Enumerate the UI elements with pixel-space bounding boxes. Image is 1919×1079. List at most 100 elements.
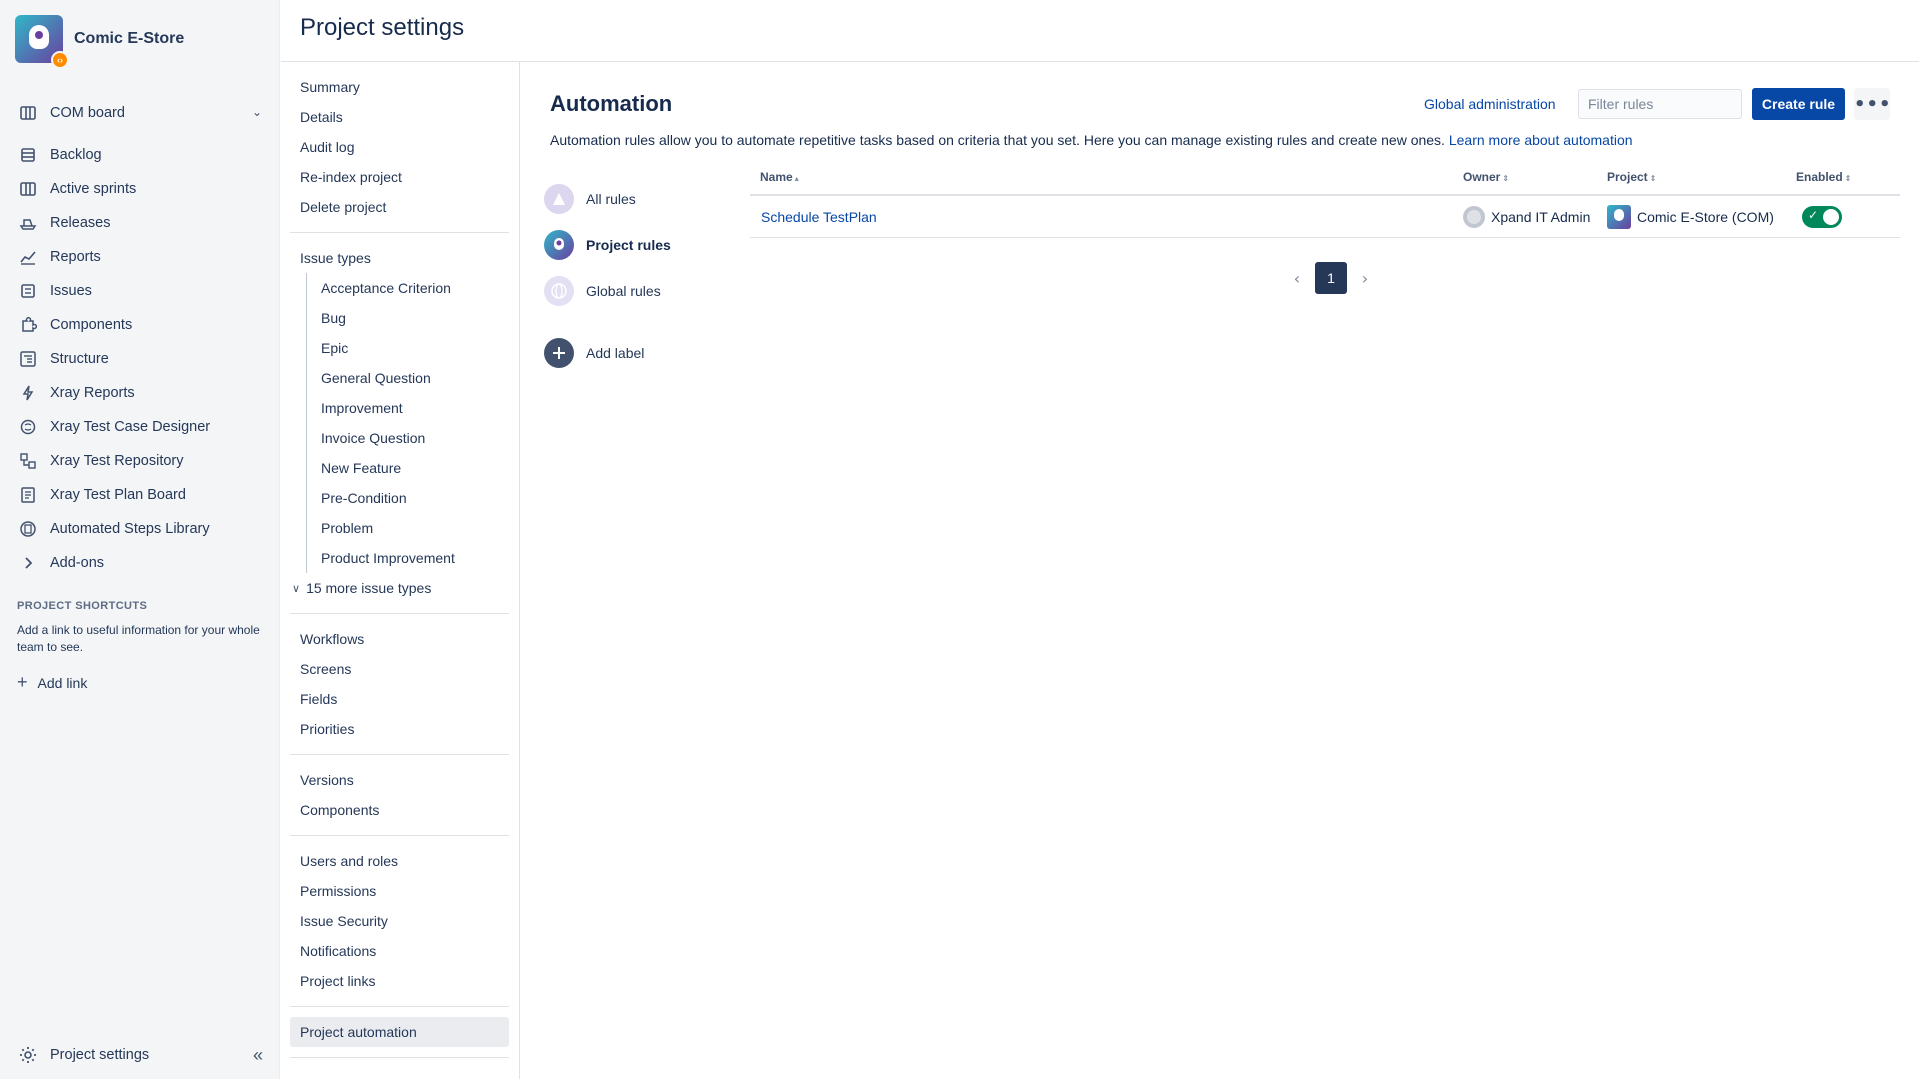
rule-labels: All rules Project rules Global rules Add… <box>544 176 724 376</box>
settings-item-priorities[interactable]: Priorities <box>290 714 509 744</box>
header-divider <box>281 61 1919 62</box>
column-header-owner[interactable]: Owner ⇕ <box>1463 170 1509 184</box>
issue-type-item[interactable]: Epic <box>307 333 509 363</box>
sidebar-item-xray-test-repository[interactable]: Xray Test Repository <box>0 444 280 478</box>
label-text: Project rules <box>586 237 671 253</box>
project-header[interactable]: ‹› Comic E-Store <box>15 15 185 69</box>
settings-item-notifications[interactable]: Notifications <box>290 936 509 966</box>
previous-page-icon[interactable]: ‹ <box>1285 269 1309 288</box>
rule-name-link[interactable]: Schedule TestPlan <box>761 209 877 225</box>
issue-type-item[interactable]: Problem <box>307 513 509 543</box>
sidebar-item-components[interactable]: Components <box>0 308 280 342</box>
column-header-name[interactable]: Name ▴ <box>760 170 799 184</box>
settings-item-delete-project[interactable]: Delete project <box>290 192 509 222</box>
column-header-enabled[interactable]: Enabled ⇕ <box>1796 170 1851 184</box>
brain-icon <box>18 417 38 437</box>
settings-item-audit-log[interactable]: Audit log <box>290 132 509 162</box>
label-project-rules[interactable]: Project rules <box>544 222 724 268</box>
shortcuts-text: Add a link to useful information for you… <box>17 623 260 654</box>
settings-group-issue-types: Issue types Acceptance Criterion Bug Epi… <box>290 233 509 614</box>
sidebar-item-active-sprints[interactable]: Active sprints <box>0 172 280 206</box>
sidebar-item-xray-reports[interactable]: Xray Reports <box>0 376 280 410</box>
issue-type-item[interactable]: Invoice Question <box>307 423 509 453</box>
issue-type-item[interactable]: Product Improvement <box>307 543 509 573</box>
sidebar-item-label: Active sprints <box>50 181 137 197</box>
sprint-board-icon <box>18 179 38 199</box>
issue-type-item[interactable]: Pre-Condition <box>307 483 509 513</box>
sort-icon: ⇕ <box>1649 174 1657 183</box>
add-link-button[interactable]: + Add link <box>17 672 87 693</box>
sidebar-item-label: Backlog <box>50 147 102 163</box>
column-header-project[interactable]: Project ⇕ <box>1607 170 1656 184</box>
settings-item-issue-types[interactable]: Issue types <box>290 243 509 273</box>
label-all-rules[interactable]: All rules <box>544 176 724 222</box>
code-badge-icon: ‹› <box>51 51 69 69</box>
sidebar-item-xray-test-case-designer[interactable]: Xray Test Case Designer <box>0 410 280 444</box>
table-row: Schedule TestPlan Xpand IT Admin Comic E… <box>750 196 1900 238</box>
sidebar-item-reports[interactable]: Reports <box>0 240 280 274</box>
settings-group-automation: Project automation <box>290 1007 509 1058</box>
issue-type-item[interactable]: Acceptance Criterion <box>307 273 509 303</box>
puzzle-icon <box>18 315 38 335</box>
add-label-button[interactable]: Add label <box>544 330 724 376</box>
page-title: Project settings <box>300 14 465 41</box>
settings-item-users-roles[interactable]: Users and roles <box>290 846 509 876</box>
project-shortcuts: PROJECT SHORTCUTS Add a link to useful i… <box>17 600 267 656</box>
sidebar-item-xray-test-plan-board[interactable]: Xray Test Plan Board <box>0 478 280 512</box>
sidebar-item-automated-steps-library[interactable]: Automated Steps Library <box>0 512 280 546</box>
settings-group-config: Workflows Screens Fields Priorities <box>290 614 509 755</box>
chart-icon <box>18 247 38 267</box>
sidebar-item-add-ons[interactable]: Add-ons <box>0 546 280 580</box>
issues-icon <box>18 281 38 301</box>
label-global-rules[interactable]: Global rules <box>544 268 724 314</box>
rule-enabled-toggle[interactable]: ✓ <box>1802 206 1842 228</box>
settings-item-permissions[interactable]: Permissions <box>290 876 509 906</box>
issue-type-item[interactable]: New Feature <box>307 453 509 483</box>
sidebar-item-releases[interactable]: Releases <box>0 206 280 240</box>
settings-item-reindex[interactable]: Re-index project <box>290 162 509 192</box>
issue-type-item[interactable]: Bug <box>307 303 509 333</box>
issue-type-item[interactable]: General Question <box>307 363 509 393</box>
create-rule-button[interactable]: Create rule <box>1752 88 1845 120</box>
more-options-button[interactable]: ••• <box>1854 88 1891 120</box>
collapse-sidebar-icon[interactable]: « <box>253 1045 263 1066</box>
settings-group-general: Summary Details Audit log Re-index proje… <box>290 62 509 233</box>
ship-icon <box>18 213 38 233</box>
settings-item-project-links[interactable]: Project links <box>290 966 509 996</box>
board-selector[interactable]: COM board ⌄ <box>0 96 280 130</box>
board-label: COM board <box>50 105 125 121</box>
sidebar-item-issues[interactable]: Issues <box>0 274 280 308</box>
settings-item-issue-security[interactable]: Issue Security <box>290 906 509 936</box>
plus-icon: + <box>17 672 28 692</box>
page-button-current[interactable]: 1 <box>1315 262 1347 294</box>
label-text: All rules <box>586 191 636 207</box>
settings-item-fields[interactable]: Fields <box>290 684 509 714</box>
issue-types-list: Acceptance Criterion Bug Epic General Qu… <box>306 273 509 573</box>
issue-type-item[interactable]: Improvement <box>307 393 509 423</box>
library-icon <box>18 519 38 539</box>
automation-description: Automation rules allow you to automate r… <box>550 132 1633 148</box>
settings-item-screens[interactable]: Screens <box>290 654 509 684</box>
sidebar-item-backlog[interactable]: Backlog <box>0 138 280 172</box>
pagination: ‹ 1 › <box>1285 262 1377 294</box>
settings-item-summary[interactable]: Summary <box>290 72 509 102</box>
project-name: Comic E-Store <box>74 30 185 47</box>
settings-item-project-automation[interactable]: Project automation <box>290 1017 509 1047</box>
settings-item-details[interactable]: Details <box>290 102 509 132</box>
settings-item-components[interactable]: Components <box>290 795 509 825</box>
chevron-down-icon: ⌄ <box>251 105 262 119</box>
settings-item-versions[interactable]: Versions <box>290 765 509 795</box>
next-page-icon[interactable]: › <box>1353 269 1377 288</box>
label-text: Add label <box>586 345 645 361</box>
learn-more-link[interactable]: Learn more about automation <box>1449 132 1633 148</box>
sidebar-item-structure[interactable]: Structure <box>0 342 280 376</box>
structure-icon <box>18 349 38 369</box>
settings-item-workflows[interactable]: Workflows <box>290 624 509 654</box>
global-administration-link[interactable]: Global administration <box>1424 96 1556 112</box>
sidebar-item-label: Xray Reports <box>50 385 135 401</box>
project-avatar-small <box>1607 205 1631 229</box>
sidebar-footer-project-settings[interactable]: Project settings « <box>18 1045 263 1065</box>
more-issue-types-toggle[interactable]: ∨ 15 more issue types <box>290 573 509 603</box>
sidebar-item-label: Xray Test Case Designer <box>50 419 211 435</box>
filter-rules-input[interactable] <box>1578 89 1742 119</box>
